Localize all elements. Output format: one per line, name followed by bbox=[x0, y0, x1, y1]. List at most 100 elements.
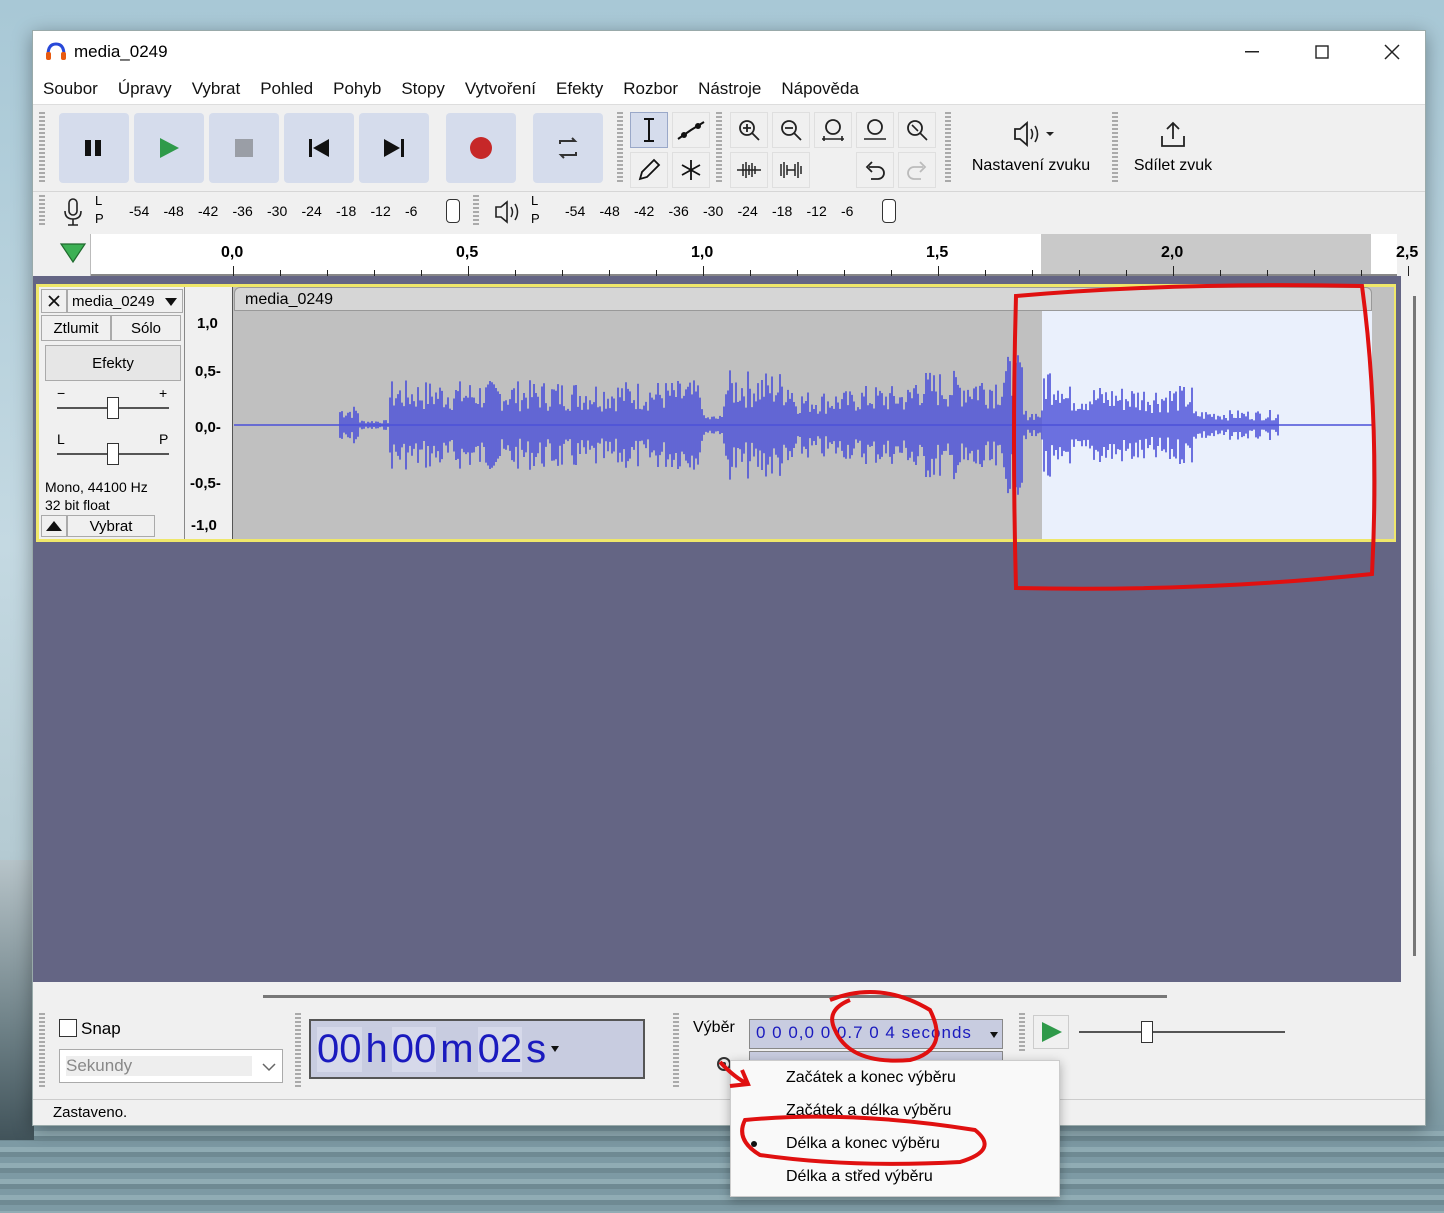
audio-setup-button[interactable]: Nastavení zvuku bbox=[959, 112, 1103, 188]
playback-meter[interactable]: L P -54 -48 -42 -36 -30 -24 -18 -12 -6 bbox=[489, 191, 903, 231]
toolbar-grip[interactable] bbox=[673, 1013, 679, 1087]
toolbar-grip[interactable] bbox=[39, 112, 45, 184]
toolbar-grip[interactable] bbox=[716, 112, 722, 184]
skip-to-end-button[interactable] bbox=[359, 113, 429, 183]
share-audio-button[interactable]: Sdílet zvuk bbox=[1123, 112, 1223, 188]
gain-slider-thumb[interactable] bbox=[107, 397, 119, 419]
selection-start-field[interactable]: 0 0 0,0 0 0.7 0 4 seconds bbox=[749, 1019, 1003, 1049]
menu-0[interactable]: Soubor bbox=[43, 79, 98, 99]
pause-icon bbox=[85, 140, 101, 156]
vertical-scale[interactable]: 1,0 0,5- 0,0- -0,5- -1,0 bbox=[185, 287, 233, 539]
status-bar: Zastaveno. bbox=[33, 1099, 1425, 1125]
skip-to-start-button[interactable] bbox=[284, 113, 354, 183]
recording-meter[interactable]: L P -54 -48 -42 -36 -30 -24 -18 -12 -6 bbox=[53, 191, 467, 231]
close-icon bbox=[1384, 44, 1400, 60]
pan-slider-thumb[interactable] bbox=[107, 443, 119, 465]
toolbar-grip[interactable] bbox=[295, 1013, 301, 1087]
play-at-speed-button[interactable] bbox=[1033, 1015, 1069, 1049]
redo-button[interactable] bbox=[898, 152, 936, 188]
audio-track[interactable]: media_0249 Ztlumit Sólo Efekty − + L P M… bbox=[36, 284, 1396, 542]
track-area[interactable]: media_0249 Ztlumit Sólo Efekty − + L P M… bbox=[33, 276, 1425, 982]
stop-button[interactable] bbox=[209, 113, 279, 183]
record-button[interactable] bbox=[446, 113, 516, 183]
envelope-tool-button[interactable] bbox=[672, 112, 710, 148]
menu-7[interactable]: Efekty bbox=[556, 79, 603, 99]
maximize-icon bbox=[1315, 45, 1329, 59]
audacity-icon bbox=[46, 42, 66, 60]
time-display[interactable]: 00 h 00 m 02 s bbox=[309, 1019, 645, 1079]
meter-tick-label: -6 bbox=[841, 203, 854, 219]
fit-project-button[interactable] bbox=[856, 112, 894, 148]
menu-3[interactable]: Pohled bbox=[260, 79, 313, 99]
chevron-down-icon[interactable] bbox=[550, 1045, 560, 1053]
title-bar[interactable]: media_0249 bbox=[33, 31, 1425, 73]
loop-button[interactable] bbox=[533, 113, 603, 183]
vertical-scrollbar-thumb[interactable] bbox=[1413, 296, 1416, 956]
meter-l-label: L bbox=[95, 193, 103, 208]
draw-tool-button[interactable] bbox=[630, 152, 668, 188]
menu-5[interactable]: Stopy bbox=[401, 79, 444, 99]
menu-item-length-end[interactable]: Délka a konec výběru bbox=[786, 1135, 940, 1163]
menu-item-length-center[interactable]: Délka a střed výběru bbox=[786, 1168, 933, 1196]
multi-tool-button[interactable] bbox=[672, 152, 710, 188]
meter-tick-label: -18 bbox=[772, 203, 793, 219]
chevron-down-icon[interactable] bbox=[989, 1031, 999, 1039]
selection-tool-button[interactable] bbox=[630, 112, 668, 148]
close-button[interactable] bbox=[1357, 31, 1425, 73]
horizontal-scrollbar[interactable] bbox=[263, 995, 1167, 998]
snap-checkbox[interactable] bbox=[59, 1019, 77, 1037]
menu-item-start-length[interactable]: Začátek a délka výběru bbox=[786, 1102, 951, 1130]
scale-label: -0,5- bbox=[190, 475, 221, 492]
silence-selection-button[interactable] bbox=[772, 152, 810, 188]
menu-bar: Soubor Úpravy Vybrat Pohled Pohyb Stopy Vytvoř… bbox=[33, 73, 1425, 105]
maximize-button[interactable] bbox=[1287, 31, 1357, 73]
menu-2[interactable]: Vybrat bbox=[192, 79, 241, 99]
zoom-toggle-button[interactable] bbox=[898, 112, 936, 148]
meter-slider-handle[interactable] bbox=[882, 199, 896, 223]
toolbar-grip[interactable] bbox=[473, 195, 479, 227]
menu-4[interactable]: Pohyb bbox=[333, 79, 381, 99]
minimize-button[interactable] bbox=[1217, 31, 1287, 73]
toolbar-grip[interactable] bbox=[1112, 112, 1118, 184]
menu-9[interactable]: Nástroje bbox=[698, 79, 761, 99]
play-button[interactable] bbox=[134, 113, 204, 183]
fit-selection-button[interactable] bbox=[814, 112, 852, 148]
collapse-track-button[interactable] bbox=[41, 515, 67, 537]
trim-outside-button[interactable] bbox=[730, 152, 768, 188]
meter-tick-label: -12 bbox=[370, 203, 391, 219]
menu-1[interactable]: Úpravy bbox=[118, 79, 172, 99]
menu-8[interactable]: Rozbor bbox=[623, 79, 678, 99]
toolbar-grip[interactable] bbox=[945, 112, 951, 184]
toolbar-grip[interactable] bbox=[617, 112, 623, 184]
meter-slider-handle[interactable] bbox=[446, 199, 460, 223]
zoom-out-button[interactable] bbox=[772, 112, 810, 148]
menu-item-start-end[interactable]: Začátek a konec výběru bbox=[786, 1069, 956, 1097]
mute-button[interactable]: Ztlumit bbox=[41, 315, 111, 341]
menu-10[interactable]: Nápověda bbox=[781, 79, 859, 99]
timeline-ruler[interactable]: 0,0 0,5 1,0 1,5 2,0 2,5 bbox=[33, 234, 1418, 276]
track-name-menu[interactable]: media_0249 bbox=[67, 289, 183, 313]
solo-button[interactable]: Sólo bbox=[111, 315, 181, 341]
close-icon bbox=[48, 295, 60, 307]
selection-label: Výběr bbox=[693, 1019, 735, 1036]
effects-button[interactable]: Efekty bbox=[45, 345, 181, 381]
undo-button[interactable] bbox=[856, 152, 894, 188]
waveform-display[interactable]: media_0249 bbox=[234, 287, 1394, 539]
clip-name-bar[interactable]: media_0249 bbox=[234, 287, 1372, 311]
toolbar-grip[interactable] bbox=[39, 195, 45, 227]
select-track-button[interactable]: Vybrat bbox=[67, 515, 155, 537]
gain-plus-label: + bbox=[159, 385, 168, 401]
toolbar-grip[interactable] bbox=[1019, 1013, 1025, 1053]
desktop-mountain bbox=[0, 860, 34, 1140]
menu-6[interactable]: Vytvoření bbox=[465, 79, 536, 99]
track-close-button[interactable] bbox=[41, 289, 67, 313]
zoom-in-button[interactable] bbox=[730, 112, 768, 148]
playback-speed-thumb[interactable] bbox=[1141, 1021, 1153, 1043]
stop-icon bbox=[235, 139, 253, 157]
snap-units-select[interactable]: Sekundy bbox=[59, 1049, 283, 1083]
toolbar-grip[interactable] bbox=[39, 1013, 45, 1087]
zoom-toggle-icon bbox=[907, 120, 928, 141]
playback-speed-slider[interactable] bbox=[1079, 1031, 1285, 1033]
vertical-scrollbar[interactable] bbox=[1401, 276, 1425, 982]
pause-button[interactable] bbox=[59, 113, 129, 183]
